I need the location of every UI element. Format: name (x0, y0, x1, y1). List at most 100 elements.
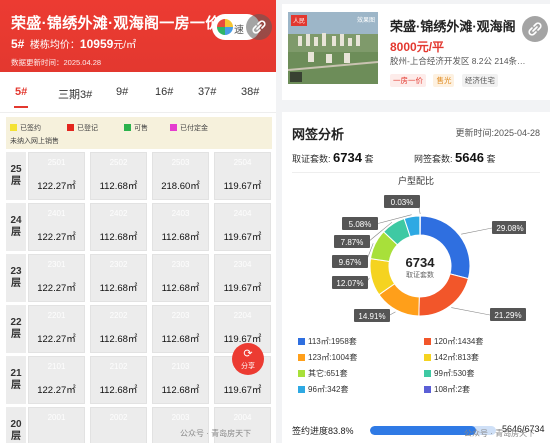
unit-area: 119.67㎡ (223, 181, 262, 192)
tab-building-1[interactable]: 三期3# (58, 86, 92, 102)
unit-area: 112.68㎡ (99, 283, 138, 294)
slice-percent-label: 14.91% (358, 312, 385, 321)
unit-cell[interactable]: 2402 112.68㎡ (90, 203, 147, 251)
unit-cell[interactable]: 2201 122.27㎡ (28, 305, 85, 353)
card-share-icon[interactable] (522, 16, 548, 42)
legend-label: 113㎡:1958套 (308, 337, 357, 346)
tab-building-4[interactable]: 37# (198, 86, 216, 98)
tab-building-2[interactable]: 9# (116, 86, 128, 98)
legend-entry[interactable]: 113㎡:1958套 (298, 336, 357, 347)
unit-cell[interactable]: 2001 (28, 407, 85, 443)
floor-label: 24 层 (6, 203, 26, 251)
unit-room-number: 2202 (109, 311, 128, 320)
unit-area: 122.27㎡ (37, 181, 76, 192)
project-thumbnail[interactable]: 人民 效果图 (288, 12, 378, 84)
unit-cell[interactable]: 2202 112.68㎡ (90, 305, 147, 353)
unit-cell[interactable]: 2301 122.27㎡ (28, 254, 85, 302)
share-button[interactable]: ⟳ 分享 (232, 343, 264, 375)
project-banner: 荣盛·锦绣外滩·观海阁一房一价 5# 楼栋均价：10959元/㎡ 数据更新时间：… (0, 0, 276, 72)
unit-room-number: 2404 (233, 209, 252, 218)
legend-entry[interactable]: 96㎡:342套 (298, 384, 348, 395)
legend-swatch (298, 370, 305, 377)
banner-avg-label: 楼栋均价： (29, 40, 80, 51)
unit-cell[interactable]: 2102 112.68㎡ (90, 356, 147, 404)
slice-percent-label: 12.07% (336, 279, 363, 288)
unit-area: 112.68㎡ (161, 283, 200, 294)
chip-one-price: 一房一价 (390, 74, 426, 87)
legend-entry[interactable]: 其它:651套 (298, 368, 348, 379)
unit-room-number: 2003 (171, 413, 190, 422)
unit-cell[interactable]: 2403 112.68㎡ (152, 203, 209, 251)
project-card[interactable]: 人民 效果图 荣盛·锦绣外滩·观海阁 8000元/平 胶州-上合经济开发区 8.… (282, 4, 550, 100)
legend-entry[interactable]: 99㎡:530套 (424, 368, 474, 379)
unit-cell[interactable]: 2203 112.68㎡ (152, 305, 209, 353)
unit-room-number: 2402 (109, 209, 128, 218)
banner-avg-price: 5# 楼栋均价：10959元/㎡ (11, 36, 136, 51)
slice-percent-label: 5.08% (349, 220, 372, 229)
legend-label: 其它:651套 (308, 369, 348, 378)
chip-economy: 经济住宅 (461, 74, 498, 87)
legend-swatch (424, 370, 431, 377)
unit-cell[interactable]: 2103 112.68㎡ (152, 356, 209, 404)
unit-cell[interactable]: 2302 112.68㎡ (90, 254, 147, 302)
tab-building-5[interactable]: 38# (241, 86, 259, 98)
sign-count-value: 5646 (455, 150, 484, 165)
legend-label: 142㎡:813套 (434, 353, 479, 362)
donut-slice[interactable] (419, 215, 421, 236)
share-label: 分享 (241, 363, 255, 370)
legend-swatch (424, 338, 431, 345)
signing-analysis: 网签分析 更新时间:2025-04-28 取证套数: 6734 套 网签套数: … (282, 112, 550, 443)
legend-deposit-swatch (170, 124, 177, 131)
floor-label: 21 层 (6, 356, 26, 404)
unit-room-number: 2004 (233, 413, 252, 422)
slice-percent-label: 9.67% (339, 258, 362, 267)
legend-entry[interactable]: 120㎡:1434套 (424, 336, 483, 347)
unit-cell[interactable]: 2504 119.67㎡ (214, 152, 271, 200)
legend-entry[interactable]: 108㎡:2套 (424, 384, 470, 395)
unit-type-donut-chart: 户型配比 29.08% 21.29% 14.91% 12.07% 9.67% 7.87% 5.… (332, 175, 526, 322)
license-count-label: 取证套数: (292, 154, 331, 164)
tab-divider (0, 112, 276, 113)
link-share-icon[interactable] (246, 14, 272, 40)
unit-cell[interactable]: 2502 112.68㎡ (90, 152, 147, 200)
unit-room-number: 2101 (47, 362, 66, 371)
legend-label: 99㎡:530套 (434, 369, 475, 378)
tab-building-0[interactable]: 5# (15, 86, 27, 98)
slice-percent-label: 21.29% (494, 311, 521, 320)
legend-swatch (424, 354, 431, 361)
legend-entry[interactable]: 142㎡:813套 (424, 352, 479, 363)
sign-count-unit: 套 (486, 154, 496, 164)
floor-label: 20 层 (6, 407, 26, 443)
project-tag: 人民 (291, 15, 308, 26)
donut-center-value: 6734 (406, 255, 436, 270)
license-count: 取证套数: 6734 套 (292, 150, 373, 165)
unit-cell[interactable]: 2303 112.68㎡ (152, 254, 209, 302)
unit-cell[interactable]: 2501 122.27㎡ (28, 152, 85, 200)
unit-area: 112.68㎡ (99, 385, 138, 396)
unit-area: 112.68㎡ (99, 334, 138, 345)
unit-cell[interactable]: 2002 (90, 407, 147, 443)
unit-cell[interactable]: 2503 218.60㎡ (152, 152, 209, 200)
unit-cell[interactable]: 2401 122.27㎡ (28, 203, 85, 251)
tab-building-3[interactable]: 16# (155, 86, 173, 98)
project-chips: 一房一价 售光 经济住宅 (390, 70, 501, 88)
unit-room-number: 2002 (109, 413, 128, 422)
unit-area: 122.27㎡ (37, 385, 76, 396)
unit-area: 119.67㎡ (223, 385, 262, 396)
unit-area: 122.27㎡ (37, 283, 76, 294)
unit-cell[interactable]: 2404 119.67㎡ (214, 203, 271, 251)
slice-percent-label: 7.87% (341, 238, 364, 247)
legend-label: 120㎡:1434套 (434, 337, 484, 346)
legend-entry[interactable]: 123㎡:1004套 (298, 352, 357, 363)
legend-not-online: 未纳入网上销售 (10, 138, 59, 145)
unit-area: 122.27㎡ (37, 232, 76, 243)
unit-cell[interactable]: 2304 119.67㎡ (214, 254, 271, 302)
signing-progress-fill (370, 426, 476, 435)
unit-cell[interactable]: 2101 122.27㎡ (28, 356, 85, 404)
legend-signed: 已签约 (10, 123, 41, 133)
legend-swatch (298, 386, 305, 393)
unit-room-number: 2102 (109, 362, 128, 371)
analysis-title: 网签分析 (292, 127, 345, 142)
legend-signed-swatch (10, 124, 17, 131)
app-pill-label: 速 (234, 25, 244, 36)
